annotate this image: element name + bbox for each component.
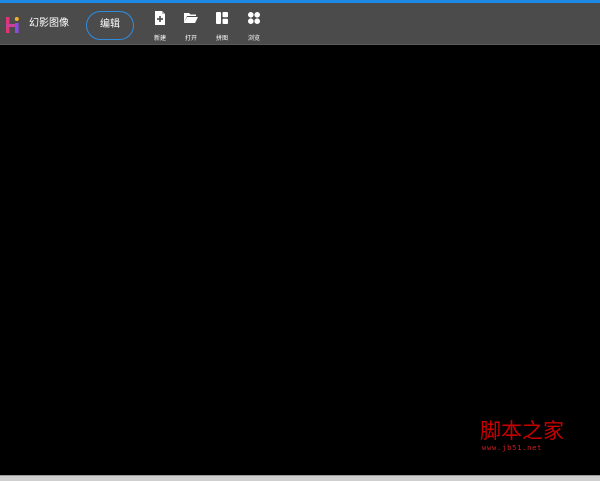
app-window: 幻影图像 编辑 新建 打开 拼图 浏览 脚本之家 www.jb51.net xyxy=(0,0,600,481)
open-label: 打开 xyxy=(184,35,197,42)
watermark-url-text: www.jb51.net xyxy=(482,444,543,452)
status-bar xyxy=(0,475,600,481)
image-canvas[interactable] xyxy=(0,46,600,475)
main-toolbar: 幻影图像 编辑 新建 打开 拼图 浏览 xyxy=(0,3,600,45)
collage-label: 拼图 xyxy=(215,35,228,42)
browse-label: 浏览 xyxy=(247,35,260,42)
open-button[interactable]: 打开 xyxy=(177,9,205,45)
collage-button[interactable]: 拼图 xyxy=(208,9,236,45)
browse-icon xyxy=(248,12,260,24)
watermark: 脚本之家 www.jb51.net xyxy=(474,418,574,458)
collage-icon xyxy=(216,12,228,24)
watermark-main-text: 脚本之家 xyxy=(480,419,564,443)
new-label: 新建 xyxy=(153,35,166,42)
app-logo-icon xyxy=(6,17,19,33)
browse-button[interactable]: 浏览 xyxy=(240,9,268,45)
open-folder-icon xyxy=(184,13,198,23)
edit-button[interactable]: 编辑 xyxy=(86,11,134,40)
new-file-icon xyxy=(155,11,165,25)
new-button[interactable]: 新建 xyxy=(146,9,174,45)
app-title: 幻影图像 xyxy=(29,18,69,29)
